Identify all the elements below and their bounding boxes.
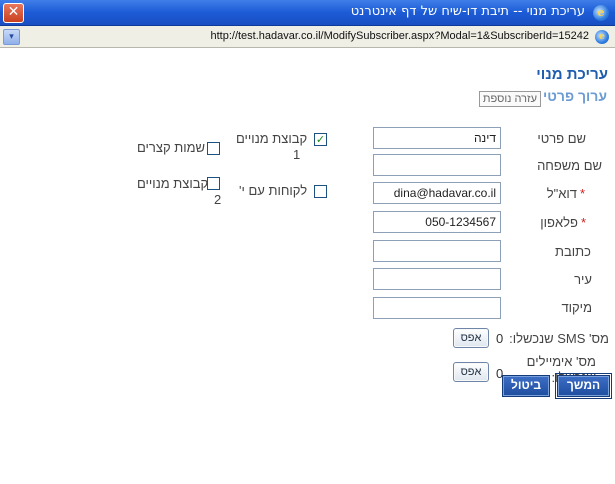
mobile-field[interactable] (373, 211, 501, 233)
page-title: עריכת מנוי (536, 66, 608, 83)
group-checkbox-4[interactable] (207, 177, 220, 190)
address-url: http://test.hadavar.co.il/ModifySubscrib… (210, 30, 589, 42)
sms-failed-count: 0 (496, 331, 504, 346)
email-label: *דוא"ל (547, 186, 585, 201)
first-name-field[interactable] (373, 127, 501, 149)
reset-sms-button[interactable]: אפס (453, 328, 489, 348)
required-mark: * (580, 215, 586, 230)
email-failed-label: מס' אימיילים (526, 354, 596, 369)
window-titlebar: ✕ עריכת מנוי -- תיבת דו-שיח של דף אינטרנ… (0, 0, 615, 26)
email-field[interactable] (373, 182, 501, 204)
browser-icon: e (593, 5, 609, 21)
group-label-1: קבוצת מנויים (236, 131, 308, 146)
address-field[interactable] (373, 240, 501, 262)
group-checkbox-3[interactable] (314, 185, 327, 198)
group-checkbox-1[interactable]: ✓ (314, 133, 327, 146)
continue-button[interactable]: המשך (555, 373, 612, 399)
sms-failed-label: מס' SMS שנכשלו: (509, 331, 609, 346)
reset-emails-button[interactable]: אפס (453, 362, 489, 382)
address-label: כתובת (555, 244, 591, 259)
last-name-label: שם משפחה (537, 158, 602, 173)
cancel-button[interactable]: ביטול (502, 375, 550, 397)
group-checkbox-2[interactable] (207, 142, 220, 155)
group-label-1-suffix: 1 (293, 147, 301, 162)
group-label-4-suffix: 2 (214, 192, 222, 207)
group-label-3: לקוחות עם י' (239, 183, 308, 198)
window-title: עריכת מנוי -- תיבת דו-שיח של דף אינטרנט (350, 4, 585, 19)
address-bar: ▾ http://test.hadavar.co.il/ModifySubscr… (0, 26, 615, 48)
group-label-4: קבוצת מנויים (137, 176, 209, 191)
zip-field[interactable] (373, 297, 501, 319)
city-field[interactable] (373, 268, 501, 290)
mobile-label: *פלאפון (540, 215, 586, 230)
city-label: עיר (574, 272, 592, 287)
close-window-button[interactable]: ✕ (3, 3, 24, 23)
dialog-content: עריכת מנוי ערוך פרטי מנוי עזרה נוספת שם … (0, 48, 615, 484)
zip-label: מיקוד (561, 300, 592, 315)
mobile-label-text: פלאפון (540, 215, 578, 230)
address-dropdown-button[interactable]: ▾ (3, 29, 20, 45)
email-label-text: דוא"ל (546, 186, 577, 201)
required-mark: * (579, 186, 585, 201)
group-label-2: שמות קצרים (137, 140, 206, 155)
page-icon: e (595, 30, 609, 44)
first-name-label: שם פרטי (537, 131, 586, 146)
last-name-field[interactable] (373, 154, 501, 176)
help-link[interactable]: עזרה נוספת (478, 91, 541, 107)
